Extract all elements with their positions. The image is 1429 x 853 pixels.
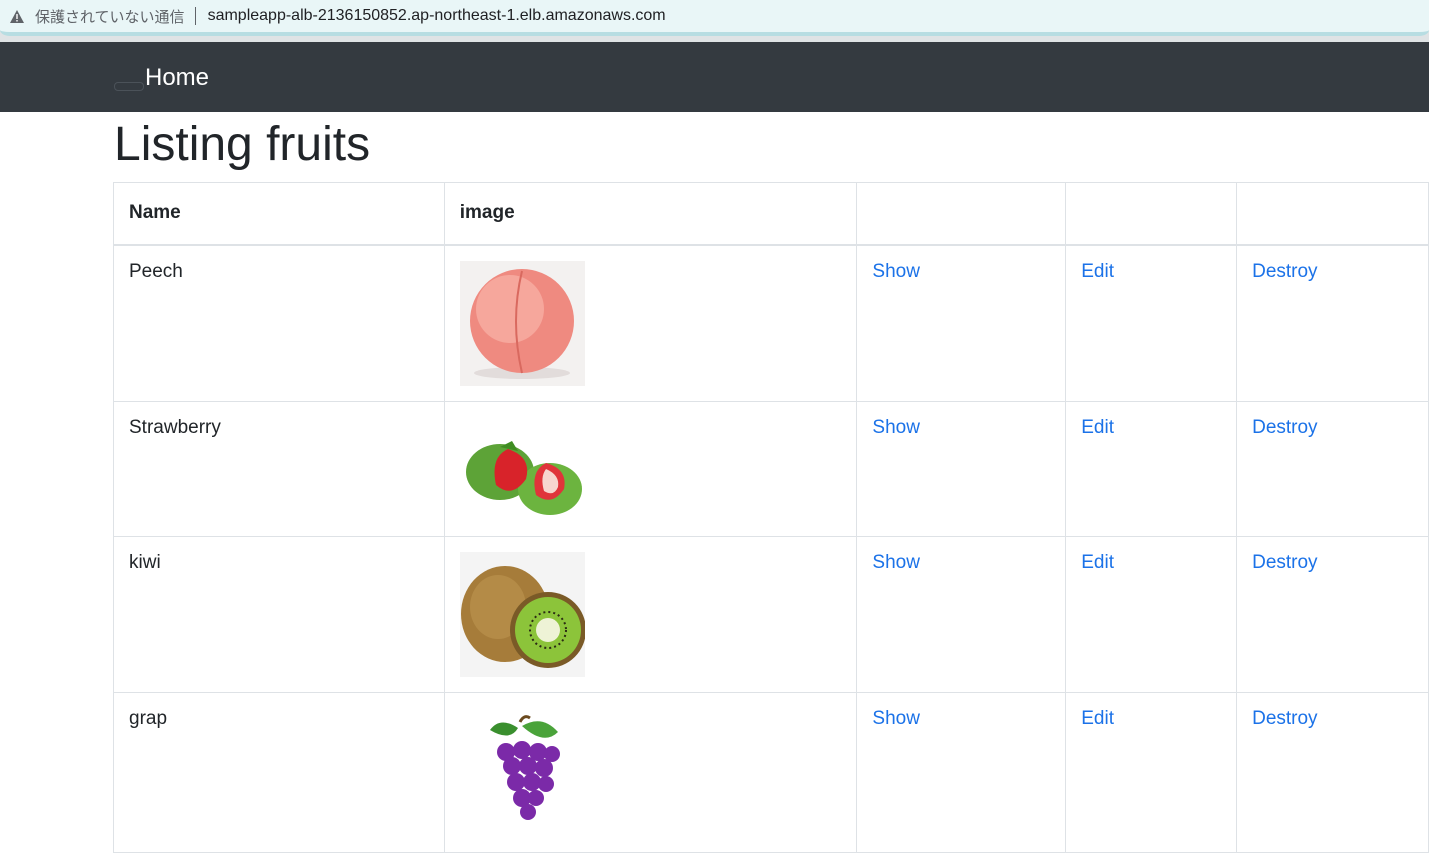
header-name: Name	[113, 182, 445, 246]
header-image: image	[443, 182, 858, 246]
url-text[interactable]: sampleapp-alb-2136150852.ap-northeast-1.…	[208, 7, 666, 25]
fruit-image-cell	[443, 401, 858, 537]
fruit-name: grap	[113, 692, 445, 853]
navbar: Home	[0, 42, 1429, 112]
kiwi-image	[459, 552, 585, 677]
destroy-link[interactable]: Destroy	[1252, 708, 1317, 729]
navbar-toggler-button[interactable]	[114, 82, 144, 91]
table-header-row: Name image	[113, 182, 1429, 246]
omnibox-separator	[194, 7, 196, 25]
security-status-label[interactable]: 保護されていない通信	[35, 6, 185, 27]
show-link[interactable]: Show	[872, 708, 920, 729]
destroy-link[interactable]: Destroy	[1252, 552, 1317, 573]
destroy-link[interactable]: Destroy	[1252, 261, 1317, 282]
edit-link[interactable]: Edit	[1081, 417, 1114, 438]
table-row: grap Show Edit Destroy	[113, 692, 1429, 853]
peach-image	[459, 260, 585, 386]
fruit-name: Strawberry	[113, 401, 445, 537]
edit-link[interactable]: Edit	[1081, 261, 1114, 282]
header-edit	[1065, 182, 1238, 246]
table-row: Strawberry Show Edit Destroy	[113, 401, 1429, 537]
edit-link[interactable]: Edit	[1081, 552, 1114, 573]
destroy-link[interactable]: Destroy	[1252, 417, 1317, 438]
grape-image	[459, 708, 585, 833]
page-title: Listing fruits	[114, 118, 371, 171]
fruit-image-cell	[443, 692, 858, 853]
fruit-image-cell	[443, 244, 858, 402]
fruit-image-cell	[443, 536, 858, 693]
header-destroy	[1236, 182, 1429, 246]
edit-link[interactable]: Edit	[1081, 708, 1114, 729]
omnibox[interactable]: 保護されていない通信 sampleapp-alb-2136150852.ap-n…	[0, 0, 1429, 36]
header-show	[856, 182, 1067, 246]
fruit-name: kiwi	[113, 536, 445, 693]
warning-triangle-icon[interactable]	[9, 8, 25, 24]
show-link[interactable]: Show	[872, 552, 920, 573]
nav-home-link[interactable]: Home	[145, 64, 209, 92]
fruit-name: Peech	[113, 244, 445, 402]
strawberry-image	[459, 417, 585, 522]
browser-address-bar: 保護されていない通信 sampleapp-alb-2136150852.ap-n…	[0, 0, 1429, 42]
show-link[interactable]: Show	[872, 417, 920, 438]
show-link[interactable]: Show	[872, 261, 920, 282]
fruits-table: Name image Peech Show Edit Destroy Straw…	[113, 182, 1429, 853]
table-row: Peech Show Edit Destroy	[113, 244, 1429, 402]
table-row: kiwi Show Edit Destroy	[113, 536, 1429, 693]
